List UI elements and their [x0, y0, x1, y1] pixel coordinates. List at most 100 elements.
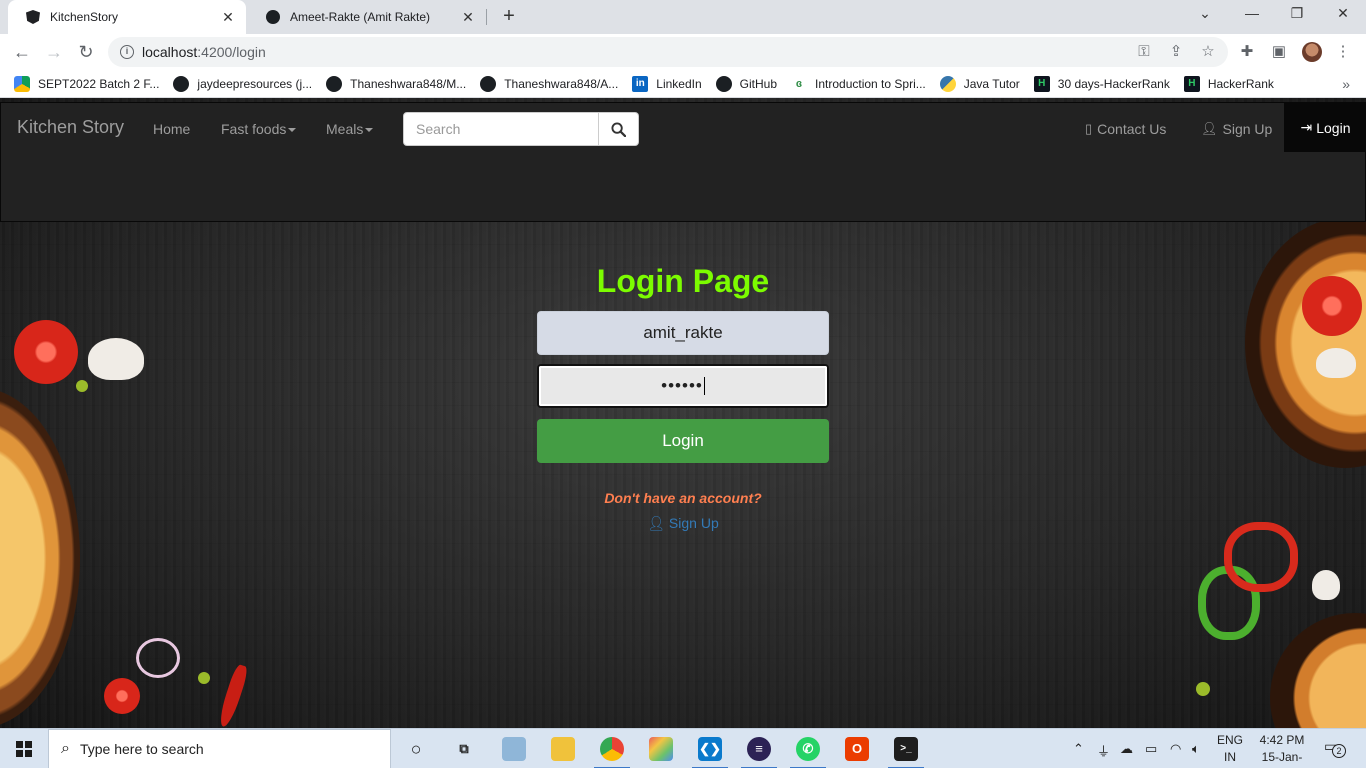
nav-meals-dropdown[interactable]: Meals: [326, 121, 374, 137]
password-field[interactable]: ••••••: [537, 364, 829, 408]
tab-search-icon[interactable]: ⌄: [1193, 5, 1217, 27]
new-tab-icon[interactable]: +: [499, 6, 519, 26]
terminal-icon[interactable]: >_: [888, 737, 924, 768]
search-button[interactable]: [599, 112, 639, 146]
brand-link[interactable]: Kitchen Story: [17, 117, 124, 138]
github-icon: [326, 75, 343, 92]
onedrive-icon[interactable]: ☁: [1120, 741, 1133, 757]
share-icon[interactable]: ⇪: [1167, 43, 1185, 61]
bookmark-item[interactable]: jaydeepresources (j...: [173, 75, 313, 92]
language-indicator[interactable]: ENG IN: [1216, 732, 1244, 766]
angular-icon: [26, 10, 40, 24]
bookmark-label: jaydeepresources (j...: [197, 76, 313, 91]
olive-image: [76, 380, 88, 392]
office-icon[interactable]: O: [845, 737, 869, 761]
lang-bottom: IN: [1224, 750, 1236, 764]
cortana-icon[interactable]: ○: [404, 737, 428, 761]
vscode-icon[interactable]: ❮❯: [692, 737, 728, 768]
bookmark-label: Thaneshwara848/M...: [350, 76, 467, 91]
file-explorer-icon[interactable]: [551, 737, 575, 761]
clock-time: 4:42 PM: [1259, 733, 1305, 747]
login-button[interactable]: Login: [537, 419, 829, 463]
wifi-icon[interactable]: ◠: [1170, 741, 1181, 757]
nav-fast-foods-dropdown[interactable]: Fast foods: [221, 121, 297, 137]
extensions-icon[interactable]: ✚: [1238, 43, 1256, 61]
forward-icon[interactable]: →: [43, 41, 65, 63]
whatsapp-icon[interactable]: ✆: [790, 737, 826, 768]
gitkraken-icon[interactable]: [649, 737, 673, 761]
more-bookmarks-icon[interactable]: »: [1342, 76, 1350, 92]
bookmark-item[interactable]: H HackerRank: [1183, 75, 1274, 92]
back-icon[interactable]: ←: [11, 41, 33, 63]
taskbar-search[interactable]: ⌕ Type here to search: [48, 729, 391, 768]
bookmark-star-icon[interactable]: ☆: [1199, 43, 1217, 61]
reload-icon[interactable]: ↻: [75, 41, 97, 63]
nav-contact-label: Contact Us: [1097, 121, 1167, 137]
browser-toolbar: ← → ↻ i localhost:4200/login ⚿ ⇪ ☆ ✚ ▣ ⋮: [0, 34, 1366, 70]
restore-icon[interactable]: ❐: [1285, 5, 1309, 27]
start-button[interactable]: [0, 729, 48, 768]
mushroom-image: [88, 338, 144, 380]
bookmark-item[interactable]: Java Tutor: [939, 75, 1020, 92]
nav-login[interactable]: ⇥ Login: [1284, 103, 1366, 152]
search-input[interactable]: [403, 112, 599, 146]
bookmark-item[interactable]: ɞ Introduction to Spri...: [791, 75, 926, 92]
side-panel-icon[interactable]: ▣: [1270, 43, 1288, 61]
bookmark-label: GitHub: [739, 76, 778, 91]
bookmark-label: 30 days-HackerRank: [1057, 76, 1170, 91]
nav-contact[interactable]: ▯ Contact Us: [1085, 121, 1166, 137]
eclipse-icon[interactable]: ≡: [741, 737, 777, 768]
tab-kitchenstory[interactable]: KitchenStory ✕: [8, 0, 246, 34]
nav-home[interactable]: Home: [153, 121, 190, 137]
signup-link[interactable]: 👤︎ Sign Up: [0, 515, 1366, 532]
bookmark-item[interactable]: Thaneshwara848/A...: [480, 75, 618, 92]
username-field[interactable]: amit_rakte: [537, 311, 829, 355]
text-cursor: [703, 377, 705, 395]
login-icon: ⇥: [1300, 119, 1313, 135]
bookmark-item[interactable]: H 30 days-HackerRank: [1033, 75, 1170, 92]
bookmark-item[interactable]: SEPT2022 Batch 2 F...: [14, 75, 160, 92]
bookmark-item[interactable]: GitHub: [715, 75, 778, 92]
profile-avatar[interactable]: [1302, 42, 1322, 62]
notifications-icon[interactable]: ▭ 2: [1324, 738, 1346, 758]
menu-icon[interactable]: ⋮: [1334, 43, 1352, 61]
nav-signup[interactable]: 👤︎ Sign Up: [1201, 121, 1272, 137]
tab-github[interactable]: Ameet-Rakte (Amit Rakte) ✕: [248, 0, 486, 34]
bookmark-label: Java Tutor: [963, 76, 1020, 91]
close-tab-icon[interactable]: ✕: [460, 9, 476, 26]
chrome-icon[interactable]: [594, 737, 630, 768]
navbar-search: [403, 112, 639, 146]
bookmark-label: SEPT2022 Batch 2 F...: [38, 76, 160, 91]
close-window-icon[interactable]: ✕: [1331, 5, 1355, 27]
notification-count: 2: [1332, 744, 1346, 758]
task-view-icon[interactable]: ⧉: [452, 737, 476, 761]
close-tab-icon[interactable]: ✕: [220, 9, 236, 26]
volume-icon[interactable]: 🔈︎: [1192, 741, 1200, 757]
minimize-icon[interactable]: —: [1240, 5, 1264, 27]
battery-icon[interactable]: ▭: [1145, 741, 1157, 757]
red-pepper-image: [1224, 522, 1298, 592]
clock[interactable]: 4:42 PM 15-Jan-23: [1255, 732, 1309, 768]
key-icon[interactable]: ⚿: [1135, 43, 1153, 61]
show-hidden-icons[interactable]: ⌃: [1073, 741, 1084, 757]
mushroom-image: [1312, 570, 1340, 600]
github-icon: [173, 75, 190, 92]
nav-fast-foods-label: Fast foods: [221, 121, 287, 137]
olive-image: [198, 672, 210, 684]
bookmark-label: Introduction to Spri...: [815, 76, 926, 91]
drive-icon: [14, 75, 30, 92]
url-host: localhost: [142, 44, 198, 60]
password-value: ••••••: [661, 376, 703, 395]
address-bar[interactable]: i localhost:4200/login: [108, 37, 1228, 67]
usb-icon[interactable]: ⏚: [1097, 741, 1110, 760]
site-info-icon[interactable]: i: [120, 45, 134, 59]
clock-date: 15-Jan-23: [1261, 750, 1303, 768]
github-icon: [715, 75, 732, 92]
notepad-icon[interactable]: [502, 737, 526, 761]
no-account-text: Don't have an account?: [604, 490, 762, 506]
bookmarks-bar: SEPT2022 Batch 2 F... jaydeepresources (…: [0, 70, 1366, 98]
tomato-image: [104, 678, 140, 714]
bookmark-item[interactable]: in LinkedIn: [632, 75, 702, 92]
bookmark-item[interactable]: Thaneshwara848/M...: [326, 75, 467, 92]
nav-meals-label: Meals: [326, 121, 364, 137]
